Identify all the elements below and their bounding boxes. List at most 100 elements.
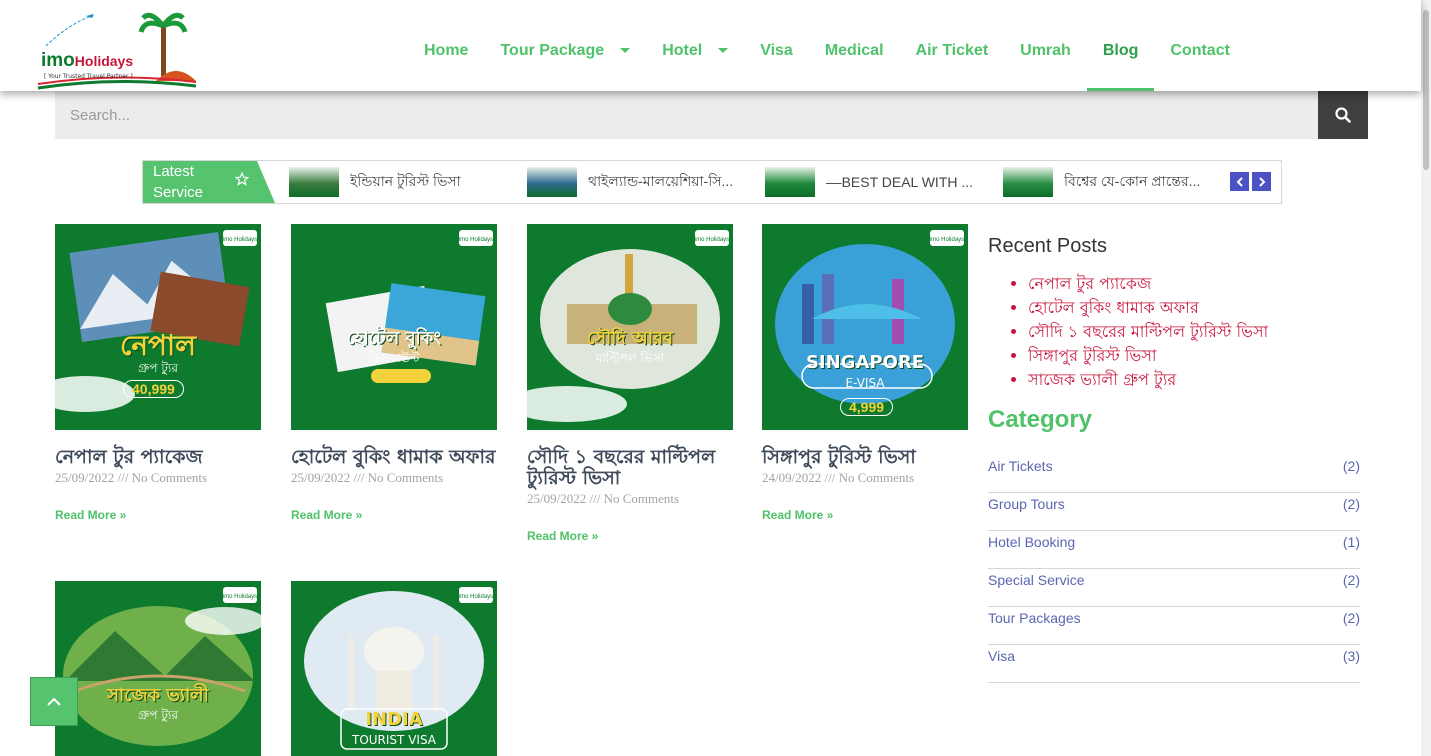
post-thumbnail-price: 4,999 [840,398,894,416]
nav-item-hotel[interactable]: Hotel [646,0,744,91]
ticker-prev-button[interactable] [1230,172,1249,191]
post-thumbnail[interactable]: imo Holidays INDIA TOURIST VISA [291,581,497,756]
recent-post-link[interactable]: হোটেল বুকিং ধামাক অফার [1028,296,1360,320]
post-date: 24/09/2022 [762,470,822,485]
post-thumbnail[interactable]: imo Holidays সৌদি আরব মাল্টিপল ভিসা [527,224,733,430]
ticker-item[interactable]: ––BEST DEAL WITH ... [765,161,1003,203]
back-to-top-button[interactable] [30,677,78,726]
category-name: Special Service [988,572,1085,588]
post-comments[interactable]: No Comments [368,470,443,485]
category-item-special-service[interactable]: Special Service (2) [988,570,1360,607]
blog-post-card: imo Holidays SINGAPORE E-VISA 4,999 সিঙ্গাপু… [762,224,968,524]
post-meta: 25/09/2022 /// No Comments [291,470,497,486]
svg-text:imo Holidays: imo Holidays [930,237,964,243]
category-name: Group Tours [988,496,1065,512]
post-comments[interactable]: No Comments [132,470,207,485]
read-more-link[interactable]: Read More » [762,508,833,522]
category-name: Tour Packages [988,610,1081,626]
search-button[interactable] [1318,91,1368,139]
post-thumbnail-subtitle: ডিসকাউন্ট [368,351,420,365]
post-thumbnail[interactable]: imo Holidays হোটেল বুকিং ডিসকাউন্ট [291,224,497,430]
nav-item-label: Medical [824,41,884,59]
post-date: 25/09/2022 [527,491,587,506]
post-meta: 25/09/2022 /// No Comments [527,491,733,507]
category-count: (2) [1342,572,1360,588]
scrollbar-thumb[interactable] [1423,10,1429,170]
ticker-next-button[interactable] [1252,172,1271,191]
nav-item-label: Tour Package [500,41,605,59]
post-comments[interactable]: No Comments [604,491,679,506]
category-name: Hotel Booking [988,534,1076,550]
category-item-tour-packages[interactable]: Tour Packages (2) [988,608,1360,645]
blog-post-card: imo Holidays সৌদি আরব মাল্টিপল ভিসা সৌদি ১ … [527,224,733,545]
svg-text:imo Holidays: imo Holidays [223,237,257,243]
category-item-air-tickets[interactable]: Air Tickets (2) [988,456,1360,493]
category-name: Air Tickets [988,458,1053,474]
blog-post-card: imo Holidays সাজেক ভ্যালী গ্রুপ ট্যুর [55,581,261,756]
post-title[interactable]: নেপাল টুর প্যাকেজ [55,447,261,468]
category-item-hotel-booking[interactable]: Hotel Booking (1) [988,532,1360,569]
recent-post-link[interactable]: নেপাল টুর প্যাকেজ [1028,272,1360,296]
meta-separator: /// [824,470,836,485]
nav-item-air-ticket[interactable]: Air Ticket [900,0,1005,91]
read-more-link[interactable]: Read More » [55,508,126,522]
nav-item-blog[interactable]: Blog [1086,0,1155,91]
post-thumbnail[interactable]: imo Holidays SINGAPORE E-VISA 4,999 [762,224,968,430]
nav-item-medical[interactable]: Medical [809,0,900,91]
post-thumbnail-subtitle: E-VISA [845,376,885,390]
category-item-group-tours[interactable]: Group Tours (2) [988,494,1360,531]
post-comments[interactable]: No Comments [839,470,914,485]
category-heading: Category [988,406,1093,433]
category-count: (1) [1342,534,1360,550]
ticker-item[interactable]: ইন্ডিয়ান টুরিস্ট ভিসা [289,161,527,203]
chevron-up-icon [47,697,61,706]
sidebar: Recent Posts নেপাল টুর প্যাকেজহোটেল বুকি… [988,232,1360,684]
recent-post-link[interactable]: সৌদি ১ বছরের মাল্টিপল ট্যুরিস্ট ভিসা [1028,320,1360,344]
ticker-thumbnail [289,167,339,197]
recent-posts-list: নেপাল টুর প্যাকেজহোটেল বুকিং ধামাক অফারস… [988,272,1360,392]
read-more-link[interactable]: Read More » [527,529,598,543]
page-scrollbar[interactable] [1421,0,1431,756]
post-thumbnail[interactable]: imo Holidays নেপাল গ্রুপ ট্যুর 40,999 [55,224,261,430]
category-count: (3) [1342,648,1360,664]
svg-text:imo Holidays: imo Holidays [459,237,493,243]
category-name: Visa [988,648,1015,664]
nav-item-umrah[interactable]: Umrah [1004,0,1087,91]
post-date: 25/09/2022 [55,470,115,485]
recent-post-link[interactable]: সিঙ্গাপুর টুরিস্ট ভিসা [1028,344,1360,368]
search-input[interactable] [55,91,1318,139]
nav-item-tour-package[interactable]: Tour Package [484,0,646,91]
ticker-item-text: থাইল্যান্ড-মালয়েশিয়া-সি... [588,173,734,189]
category-item-visa[interactable]: Visa (3) [988,646,1360,683]
svg-text:imo Holidays: imo Holidays [459,594,493,600]
ticker-thumbnail [765,167,815,197]
blog-post-card: imo Holidays হোটেল বুকিং ডিসকাউন্ট হোটেল বু… [291,224,497,524]
nav-item-label: Air Ticket [915,41,989,59]
ticker-item[interactable]: থাইল্যান্ড-মালয়েশিয়া-সি... [527,161,765,203]
recent-post-link[interactable]: সাজেক ভ্যালী গ্রুপ ট্যুর [1028,368,1360,392]
post-thumbnail-subtitle: গ্রুপ ট্যুর [138,708,178,722]
logo-text-part1: imo [41,50,75,71]
read-more-link[interactable]: Read More » [291,508,362,522]
nav-item-home[interactable]: Home [408,0,484,91]
post-title[interactable]: সিঙ্গাপুর টুরিস্ট ভিসা [762,447,968,468]
post-thumbnail[interactable]: imo Holidays সাজেক ভ্যালী গ্রুপ ট্যুর [55,581,261,756]
post-title[interactable]: হোটেল বুকিং ধামাক অফার [291,447,497,468]
ticker-label-text: Latest Service [153,163,204,201]
post-thumbnail-subtitle: গ্রুপ ট্যুর [138,361,178,375]
nav-item-visa[interactable]: Visa [744,0,809,91]
post-thumbnail-subtitle: TOURIST VISA [352,733,436,747]
latest-service-ticker: Latest Service ইন্ডিয়ান টুরিস্ট ভিসা থাই… [142,160,1282,204]
ticker-thumbnail [1003,167,1053,197]
post-thumbnail-subtitle: মাল্টিপল ভিসা [595,351,665,365]
ticker-thumbnail [527,167,577,197]
chevron-left-icon [1236,176,1243,187]
ticker-controls [1230,172,1271,191]
ticker-item-text: বিশ্বের যে-কোন প্রান্তের... [1064,173,1201,189]
post-title[interactable]: সৌদি ১ বছরের মাল্টিপল ট্যুরিস্ট ভিসা [527,447,733,489]
nav-item-contact[interactable]: Contact [1154,0,1246,91]
search-bar [55,91,1368,139]
logo-text: imoHolidays [41,50,133,72]
ticker-item[interactable]: বিশ্বের যে-কোন প্রান্তের... [1003,161,1241,203]
category-list: Air Tickets (2) Group Tours (2) Hotel Bookin… [988,456,1360,683]
